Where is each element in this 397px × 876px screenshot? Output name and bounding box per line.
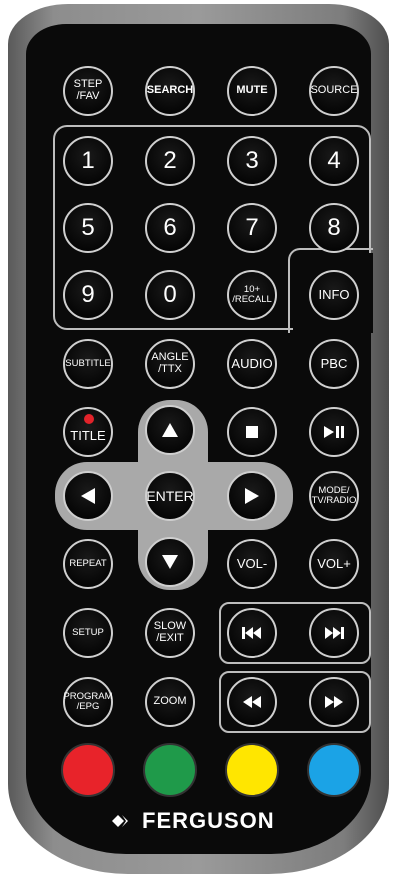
digit-3-button[interactable]: 3	[227, 136, 277, 186]
digit-8-button[interactable]: 8	[309, 203, 359, 253]
info-button[interactable]: INFO	[309, 270, 359, 320]
digit-0-button[interactable]: 0	[145, 270, 195, 320]
digit-0-label: 0	[163, 281, 177, 309]
skip-next-icon	[325, 627, 344, 639]
digit-2-label: 2	[163, 147, 177, 175]
record-dot-icon	[84, 414, 94, 424]
rewind-icon	[243, 696, 261, 708]
play-pause-icon	[324, 426, 344, 438]
left-button[interactable]	[63, 471, 113, 521]
digit-4-label: 4	[327, 147, 341, 175]
brand-name: FERGUSON	[142, 808, 275, 833]
vol-minus-label: VOL-	[236, 556, 268, 572]
vol-plus-button[interactable]: VOL+	[309, 539, 359, 589]
up-button[interactable]	[145, 405, 195, 455]
brand-logo: FERGUSON	[110, 806, 310, 836]
play-pause-button[interactable]	[309, 407, 359, 457]
fast-forward-icon	[325, 696, 343, 708]
program-epg-button[interactable]: PROGRAM /EPG	[63, 677, 113, 727]
zoom-label: ZOOM	[153, 695, 187, 708]
blue-button[interactable]	[307, 743, 361, 797]
mute-button[interactable]: MUTE	[227, 66, 277, 116]
audio-label: AUDIO	[231, 356, 273, 372]
setup-button[interactable]: SETUP	[63, 608, 113, 658]
digit-9-button[interactable]: 9	[63, 270, 113, 320]
digit-7-label: 7	[245, 214, 259, 242]
source-label: SOURCE	[310, 84, 358, 97]
step-fav-button[interactable]: STEP /FAV	[63, 66, 113, 116]
mode-tv-radio-button[interactable]: MODE/ TV/RADIO	[309, 471, 359, 521]
yellow-button[interactable]	[225, 743, 279, 797]
program-epg-label: PROGRAM /EPG	[63, 691, 113, 712]
recall-button[interactable]: 10+ /RECALL	[227, 270, 277, 320]
vol-minus-button[interactable]: VOL-	[227, 539, 277, 589]
digit-2-button[interactable]: 2	[145, 136, 195, 186]
digit-5-button[interactable]: 5	[63, 203, 113, 253]
enter-label: ENTER	[146, 487, 194, 504]
down-button[interactable]	[145, 537, 195, 587]
digit-8-label: 8	[327, 214, 341, 242]
subtitle-label: SUBTITLE	[65, 358, 111, 370]
mode-label: MODE/ TV/RADIO	[311, 485, 357, 506]
enter-button[interactable]: ENTER	[145, 471, 195, 521]
search-button[interactable]: SEARCH	[145, 66, 195, 116]
stop-icon	[246, 426, 258, 438]
digit-4-button[interactable]: 4	[309, 136, 359, 186]
repeat-label: REPEAT	[69, 558, 107, 570]
setup-label: SETUP	[72, 627, 104, 639]
slow-exit-button[interactable]: SLOW /EXIT	[145, 608, 195, 658]
vol-plus-label: VOL+	[317, 556, 351, 572]
title-label: TITLE	[70, 428, 106, 444]
angle-ttx-label: ANGLE /TTX	[151, 351, 189, 375]
recall-label: 10+ /RECALL	[232, 284, 272, 305]
green-button[interactable]	[143, 743, 197, 797]
triangle-down-icon	[162, 555, 178, 569]
digit-6-button[interactable]: 6	[145, 203, 195, 253]
zoom-button[interactable]: ZOOM	[145, 677, 195, 727]
digit-7-button[interactable]: 7	[227, 203, 277, 253]
rewind-button[interactable]	[227, 677, 277, 727]
digit-5-label: 5	[81, 214, 95, 242]
digit-3-label: 3	[245, 147, 259, 175]
right-button[interactable]	[227, 471, 277, 521]
stop-button[interactable]	[227, 407, 277, 457]
digit-1-button[interactable]: 1	[63, 136, 113, 186]
digit-9-label: 9	[81, 281, 95, 309]
brand-arrow-icon	[112, 815, 128, 827]
info-label: INFO	[318, 287, 350, 303]
triangle-right-icon	[245, 488, 259, 504]
digit-6-label: 6	[163, 214, 177, 242]
angle-ttx-button[interactable]: ANGLE /TTX	[145, 339, 195, 389]
source-button[interactable]: SOURCE	[309, 66, 359, 116]
mute-label: MUTE	[236, 84, 268, 97]
red-button[interactable]	[61, 743, 115, 797]
fast-forward-button[interactable]	[309, 677, 359, 727]
triangle-up-icon	[162, 423, 178, 437]
prev-button[interactable]	[227, 608, 277, 658]
pbc-label: PBC	[320, 356, 348, 372]
digit-1-label: 1	[81, 147, 95, 175]
step-fav-label: STEP /FAV	[73, 78, 103, 102]
repeat-button[interactable]: REPEAT	[63, 539, 113, 589]
skip-previous-icon	[242, 627, 261, 639]
next-button[interactable]	[309, 608, 359, 658]
search-label: SEARCH	[146, 84, 194, 97]
pbc-button[interactable]: PBC	[309, 339, 359, 389]
triangle-left-icon	[81, 488, 95, 504]
audio-button[interactable]: AUDIO	[227, 339, 277, 389]
subtitle-button[interactable]: SUBTITLE	[63, 339, 113, 389]
slow-exit-label: SLOW /EXIT	[153, 620, 187, 644]
